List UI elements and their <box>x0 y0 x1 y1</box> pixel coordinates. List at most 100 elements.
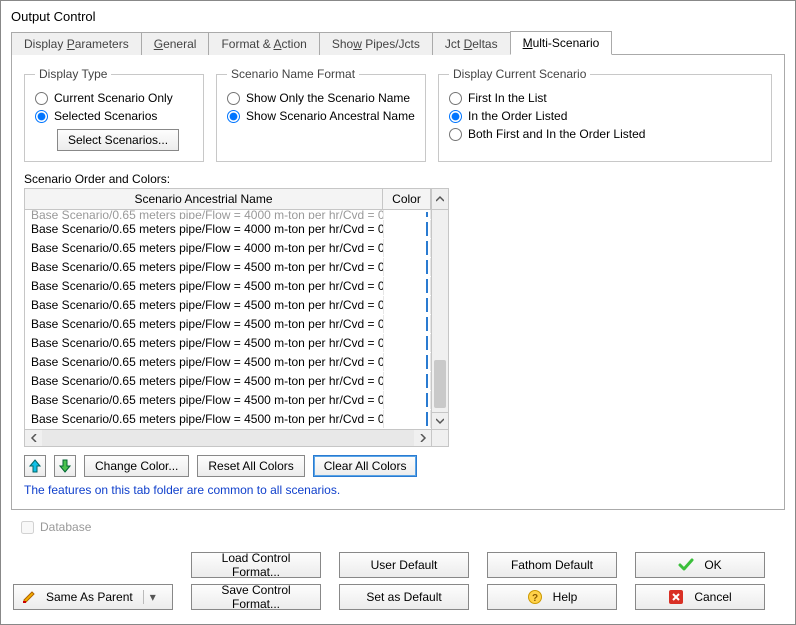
move-down-button[interactable] <box>54 455 76 477</box>
chevron-up-icon <box>436 195 444 203</box>
group-scenario-name-format: Scenario Name Format Show Only the Scena… <box>216 67 426 162</box>
common-to-all-note: The features on this tab folder are comm… <box>24 483 772 497</box>
group-display-current-scenario: Display Current Scenario First In the Li… <box>438 67 772 162</box>
table-row[interactable]: Base Scenario/0.65 meters pipe/Flow = 45… <box>25 372 431 391</box>
scenario-name-cell: Base Scenario/0.65 meters pipe/Flow = 45… <box>25 336 383 350</box>
table-row[interactable]: Base Scenario/0.65 meters pipe/Flow = 45… <box>25 258 431 277</box>
clear-all-colors-button[interactable]: Clear All Colors <box>313 455 418 477</box>
table-row[interactable]: Base Scenario/0.65 meters pipe/Flow = 40… <box>25 210 431 220</box>
scenario-color-cell[interactable] <box>383 220 431 238</box>
scenario-name-cell: Base Scenario/0.65 meters pipe/Flow = 45… <box>25 374 383 388</box>
hscroll-track[interactable] <box>42 430 414 446</box>
radio-show-only-name[interactable]: Show Only the Scenario Name <box>227 91 415 105</box>
scroll-left-button[interactable] <box>25 430 42 446</box>
set-as-default-button[interactable]: Set as Default <box>339 584 469 610</box>
fathom-default-button[interactable]: Fathom Default <box>487 552 617 578</box>
group-display-type: Display Type Current Scenario Only Selec… <box>24 67 204 162</box>
cancel-button[interactable]: Cancel <box>635 584 765 610</box>
scenario-color-cell[interactable] <box>383 372 431 390</box>
output-control-window: Output Control Display Parameters Genera… <box>0 0 796 625</box>
tab-format-action[interactable]: Format & Action <box>208 32 319 55</box>
reset-all-colors-button[interactable]: Reset All Colors <box>197 455 304 477</box>
horizontal-scrollbar[interactable] <box>25 429 448 446</box>
database-checkbox-input <box>21 521 34 534</box>
scroll-corner <box>431 430 448 446</box>
dropdown-icon: ▾ <box>143 590 156 604</box>
footer: Database Same As Parent ▾ Load Control F… <box>1 510 795 624</box>
radio-selected-scenarios[interactable]: Selected Scenarios <box>35 109 193 123</box>
scroll-right-button[interactable] <box>414 430 431 446</box>
svg-text:?: ? <box>532 593 538 604</box>
scenario-name-cell: Base Scenario/0.65 meters pipe/Flow = 45… <box>25 298 383 312</box>
scenario-name-cell: Base Scenario/0.65 meters pipe/Flow = 45… <box>25 393 383 407</box>
pencil-icon <box>22 590 36 604</box>
scenario-order-label: Scenario Order and Colors: <box>24 172 772 186</box>
radio-current-scenario-only[interactable]: Current Scenario Only <box>35 91 193 105</box>
tab-display-parameters[interactable]: Display Parameters <box>11 32 142 55</box>
tab-multi-scenario[interactable]: Multi-Scenario <box>510 31 613 55</box>
radio-in-order-listed[interactable]: In the Order Listed <box>449 109 761 123</box>
table-row[interactable]: Base Scenario/0.65 meters pipe/Flow = 45… <box>25 315 431 334</box>
table-row[interactable]: Base Scenario/0.65 meters pipe/Flow = 45… <box>25 391 431 410</box>
tab-strip: Display Parameters General Format & Acti… <box>11 30 785 54</box>
group-current-scenario-legend: Display Current Scenario <box>449 67 590 81</box>
scenario-name-cell: Base Scenario/0.65 meters pipe/Flow = 40… <box>25 210 383 220</box>
scenario-name-cell: Base Scenario/0.65 meters pipe/Flow = 45… <box>25 317 383 331</box>
table-row[interactable]: Base Scenario/0.65 meters pipe/Flow = 40… <box>25 239 431 258</box>
scenario-name-cell: Base Scenario/0.65 meters pipe/Flow = 40… <box>25 222 383 236</box>
scenario-color-cell[interactable] <box>383 239 431 257</box>
scenario-color-cell[interactable] <box>383 210 431 219</box>
scenario-color-cell[interactable] <box>383 296 431 314</box>
scenario-color-cell[interactable] <box>383 315 431 333</box>
radio-first-in-list[interactable]: First In the List <box>449 91 761 105</box>
group-display-type-legend: Display Type <box>35 67 111 81</box>
same-as-parent-button[interactable]: Same As Parent ▾ <box>13 584 173 610</box>
radio-both-first-and-order[interactable]: Both First and In the Order Listed <box>449 127 761 141</box>
load-control-format-button[interactable]: Load Control Format... <box>191 552 321 578</box>
table-row[interactable]: Base Scenario/0.65 meters pipe/Flow = 40… <box>25 220 431 239</box>
scenario-color-cell[interactable] <box>383 334 431 352</box>
table-row[interactable]: Base Scenario/0.65 meters pipe/Flow = 45… <box>25 410 431 429</box>
radio-show-ancestral-name[interactable]: Show Scenario Ancestral Name <box>227 109 415 123</box>
arrow-down-icon <box>59 459 71 473</box>
group-name-format-legend: Scenario Name Format <box>227 67 359 81</box>
ok-button[interactable]: OK <box>635 552 765 578</box>
close-icon <box>668 589 684 605</box>
table-row[interactable]: Base Scenario/0.65 meters pipe/Flow = 45… <box>25 296 431 315</box>
tab-jct-deltas[interactable]: Jct Deltas <box>432 32 511 55</box>
help-button[interactable]: ? Help <box>487 584 617 610</box>
scenario-name-cell: Base Scenario/0.65 meters pipe/Flow = 45… <box>25 260 383 274</box>
tab-show-pipes-jcts[interactable]: Show Pipes/Jcts <box>319 32 433 55</box>
scenario-name-cell: Base Scenario/0.65 meters pipe/Flow = 40… <box>25 241 383 255</box>
scenario-name-cell: Base Scenario/0.65 meters pipe/Flow = 45… <box>25 279 383 293</box>
change-color-button[interactable]: Change Color... <box>84 455 189 477</box>
chevron-left-icon <box>30 434 38 442</box>
scenario-name-cell: Base Scenario/0.65 meters pipe/Flow = 45… <box>25 355 383 369</box>
arrow-up-icon <box>29 459 41 473</box>
move-up-button[interactable] <box>24 455 46 477</box>
scenario-color-cell[interactable] <box>383 277 431 295</box>
save-control-format-button[interactable]: Save Control Format... <box>191 584 321 610</box>
scrollbar-thumb[interactable] <box>434 360 446 408</box>
user-default-button[interactable]: User Default <box>339 552 469 578</box>
tab-general[interactable]: General <box>141 32 210 55</box>
chevron-down-icon <box>436 417 444 425</box>
col-header-color[interactable]: Color <box>383 189 431 209</box>
scenario-color-cell[interactable] <box>383 258 431 276</box>
help-icon: ? <box>527 589 543 605</box>
scenario-name-cell: Base Scenario/0.65 meters pipe/Flow = 45… <box>25 412 383 426</box>
table-row[interactable]: Base Scenario/0.65 meters pipe/Flow = 45… <box>25 334 431 353</box>
vertical-scrollbar[interactable] <box>431 210 448 429</box>
scroll-down-button[interactable] <box>432 412 448 429</box>
table-row[interactable]: Base Scenario/0.65 meters pipe/Flow = 45… <box>25 277 431 296</box>
table-row[interactable]: Base Scenario/0.65 meters pipe/Flow = 45… <box>25 353 431 372</box>
database-checkbox: Database <box>21 520 783 534</box>
select-scenarios-button[interactable]: Select Scenarios... <box>57 129 179 151</box>
scenario-grid: Scenario Ancestrial Name Color Base Scen… <box>24 188 449 447</box>
scroll-up-button[interactable] <box>431 189 448 209</box>
scenario-color-cell[interactable] <box>383 353 431 371</box>
col-header-name[interactable]: Scenario Ancestrial Name <box>25 189 383 209</box>
scenario-color-cell[interactable] <box>383 410 431 428</box>
grid-rows[interactable]: Base Scenario/0.65 meters pipe/Flow = 40… <box>25 210 431 429</box>
scenario-color-cell[interactable] <box>383 391 431 409</box>
